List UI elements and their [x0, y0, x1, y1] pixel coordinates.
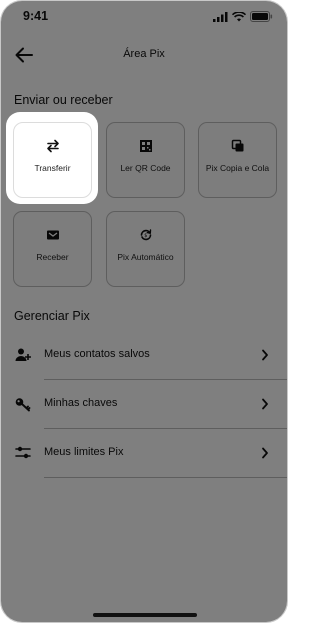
tile-pix-copia-e-cola[interactable]: Pix Copia e Cola	[198, 122, 277, 198]
battery-icon	[250, 11, 273, 22]
tile-ler-qr-code[interactable]: Ler QR Code	[106, 122, 185, 198]
add-contact-icon	[15, 348, 31, 361]
row-label: Meus contatos salvos	[44, 348, 150, 360]
row-label: Meus limites Pix	[44, 446, 124, 458]
sliders-icon	[15, 446, 31, 459]
section-title-send-receive: Enviar ou receber	[14, 93, 113, 107]
phone-screen: 9:41 Área Pix Enviar ou receber Transfer…	[0, 0, 288, 623]
wifi-icon	[232, 11, 246, 21]
chevron-right-icon	[262, 447, 268, 459]
page-title: Área Pix	[123, 48, 165, 60]
tile-label: Receber	[36, 252, 69, 262]
tile-label: Pix Automático	[117, 252, 174, 262]
status-icons	[213, 11, 273, 22]
automatic-refresh-icon: $	[140, 229, 151, 241]
tile-label: Transferir	[34, 163, 71, 173]
chevron-right-icon	[262, 398, 268, 410]
row-meus-contatos-salvos[interactable]: Meus contatos salvos	[1, 331, 287, 379]
tile-label: Pix Copia e Cola	[205, 163, 270, 173]
tile-transferir[interactable]: Transferir	[13, 122, 92, 198]
row-divider	[44, 477, 287, 478]
tile-pix-automatico[interactable]: $ Pix Automático	[106, 211, 185, 287]
transfer-arrows-icon	[46, 139, 59, 153]
home-indicator	[93, 613, 197, 617]
key-icon	[15, 398, 31, 412]
tile-receber[interactable]: Receber	[13, 211, 92, 287]
section-title-manage: Gerenciar Pix	[14, 309, 90, 323]
row-meus-limites-pix[interactable]: Meus limites Pix	[1, 429, 287, 477]
status-bar: 9:41	[1, 1, 287, 31]
row-label: Minhas chaves	[44, 397, 118, 409]
row-minhas-chaves[interactable]: Minhas chaves	[1, 380, 287, 428]
tile-label: Ler QR Code	[120, 163, 171, 173]
svg-text:$: $	[144, 233, 147, 239]
signal-icon	[213, 11, 228, 22]
receive-envelope-icon	[46, 230, 59, 240]
copy-icon	[231, 139, 243, 152]
qr-code-icon	[139, 140, 152, 152]
top-navigation: Área Pix	[1, 39, 287, 71]
chevron-right-icon	[262, 349, 268, 361]
status-time: 9:41	[23, 9, 49, 23]
